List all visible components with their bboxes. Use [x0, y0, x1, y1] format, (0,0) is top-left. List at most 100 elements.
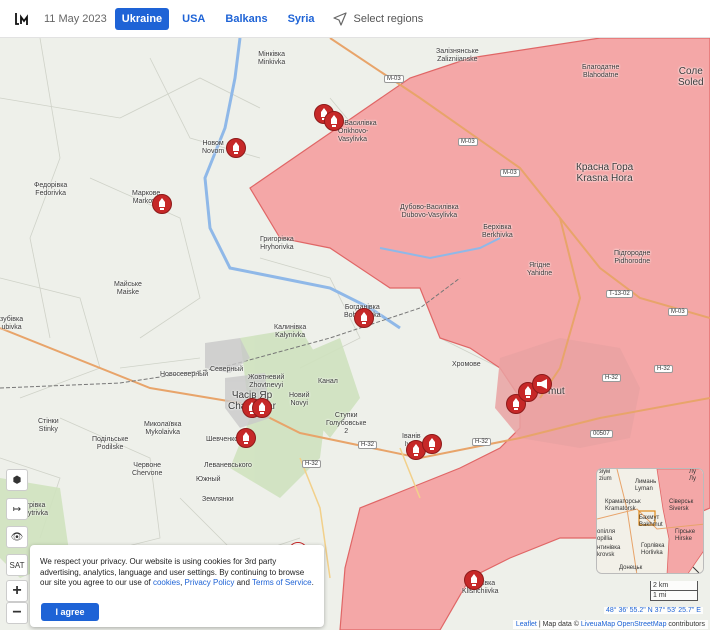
place-label: Федорівка Fedorivka [34, 182, 68, 197]
cookie-end: . [311, 578, 314, 587]
attribution-text: | Map data © [536, 621, 581, 628]
tab-usa[interactable]: USA [175, 8, 212, 30]
road-badge: M-03 [500, 169, 520, 177]
place-label: Новосеверный [160, 371, 209, 378]
artillery-shell-icon [429, 438, 435, 450]
artillery-shell-icon [259, 402, 265, 414]
place-label: Жовтневий Zhovtnevyi [248, 374, 285, 389]
zoom-out-button[interactable]: − [6, 602, 28, 624]
minimap-label: Гірське Hirske [675, 529, 696, 542]
minimap-label: Лимань Lyman [635, 479, 657, 492]
event-marker[interactable] [464, 570, 484, 590]
map[interactable]: Мінківка Minkivka Залізнянське Zalizniians… [0, 38, 710, 630]
tab-ukraine[interactable]: Ukraine [114, 7, 170, 30]
place-label: Залізнянське Zalizniianske [436, 48, 479, 63]
place-label: о-Василівка Orikhovo- Vasylivka [338, 120, 377, 143]
road-badge: H-32 [472, 438, 492, 446]
eye-off-icon: 👁 [10, 531, 24, 543]
cookies-link[interactable]: cookies [153, 578, 180, 587]
place-label: Новий Novyi [289, 392, 310, 407]
hide-layers-button[interactable]: 👁 [6, 526, 28, 548]
place-label: Подільське Podilske [92, 436, 129, 451]
artillery-shell-icon [361, 312, 367, 324]
megaphone-icon [537, 379, 547, 389]
road-badge: M-03 [384, 75, 404, 83]
minimap-label: опілля opillia [597, 529, 616, 542]
event-marker[interactable] [422, 434, 442, 454]
top-bar: 11 May 2023 Ukraine USA Balkans Syria Se… [0, 0, 710, 38]
place-label: Леваневського [204, 462, 252, 469]
minimap-label: Горлівка Horlivka [641, 543, 665, 556]
road-badge: H-32 [358, 441, 378, 449]
minus-icon: − [12, 604, 22, 621]
minimap-label: Лу Лу [689, 469, 697, 482]
minimap-label: Бахмут Bakhmut [639, 515, 663, 528]
liveuamap-link[interactable]: LiveuaMap [581, 621, 615, 628]
road-badge: H-32 [654, 365, 674, 373]
logo[interactable] [0, 0, 44, 38]
minimap-label: нтинівка krovsk [597, 545, 621, 558]
event-marker[interactable] [324, 111, 344, 131]
event-marker[interactable] [354, 308, 374, 328]
date-label: 11 May 2023 [44, 12, 107, 25]
artillery-shell-icon [159, 198, 165, 210]
overview-minimap[interactable]: Лимань Lyman Лу Лу Краматорськ Kramatorsk С… [596, 468, 704, 574]
agree-button[interactable]: I agree [41, 603, 99, 621]
road-badge: M-03 [668, 308, 688, 316]
place-label: Южный [196, 476, 221, 483]
place-label: Канал [318, 378, 338, 385]
tab-syria[interactable]: Syria [281, 8, 322, 30]
select-regions-button[interactable]: Select regions [332, 11, 424, 27]
tab-balkans[interactable]: Balkans [218, 8, 274, 30]
place-label: зубівка ubivka [0, 316, 24, 331]
road-badge: T-13-02 [606, 290, 633, 298]
zoom-in-button[interactable]: + [6, 580, 28, 602]
event-marker[interactable] [236, 428, 256, 448]
place-label: Соле Soled [678, 66, 704, 88]
artillery-shell-icon [331, 115, 337, 127]
minimap-label: Краматорськ Kramatorsk [605, 499, 641, 512]
road-badge: M-03 [458, 138, 478, 146]
place-label: Калинівка Kalynivka [274, 324, 307, 339]
place-label: Хромове [452, 361, 481, 368]
minimap-label: Сіверськ Siversk [669, 499, 694, 512]
place-label: Дубово-Василівка Dubovo-Vasylivka [400, 204, 459, 219]
leaflet-link[interactable]: Leaflet [516, 621, 537, 628]
event-marker[interactable] [226, 138, 246, 158]
event-marker[interactable] [152, 194, 172, 214]
logo-icon [15, 12, 28, 25]
cookie-banner: We respect your privacy. Our website is … [30, 545, 324, 627]
map-attribution: Leaflet | Map data © LiveuaMap OpenStree… [512, 620, 708, 629]
artillery-shell-icon [525, 386, 531, 398]
minimap-label: Донецьк [619, 565, 643, 571]
place-label: Стінки Stinky [38, 418, 59, 433]
location-arrow-icon [332, 11, 347, 26]
scale-mi: 1 mi [650, 591, 698, 601]
measure-button[interactable]: ↦ [6, 498, 28, 520]
draw-polygon-button[interactable]: ⬢ [6, 469, 28, 491]
cookie-separator: and [234, 578, 252, 587]
event-marker[interactable] [252, 398, 272, 418]
place-label: Благодатне Blahodatne [582, 64, 620, 79]
cursor-coordinates: 48° 36' 55.2" N 37° 53' 25.7" E [604, 607, 703, 614]
road-badge: H-32 [302, 460, 322, 468]
place-label: Новом Novom [202, 140, 225, 155]
osm-link[interactable]: OpenStreetMap [617, 621, 666, 628]
cookie-text: We respect your privacy. Our website is … [40, 557, 314, 589]
select-regions-label: Select regions [353, 12, 424, 25]
place-label: Миколаївка Mykolaivka [144, 421, 182, 436]
scale-bar: 2 km 1 mi [650, 581, 698, 601]
place-label: Шевченко [206, 436, 239, 443]
artillery-shell-icon [233, 142, 239, 154]
artillery-shell-icon [413, 444, 419, 456]
place-label: Підгородне Pidhorodne [614, 250, 651, 265]
satellite-toggle[interactable]: SAT [6, 554, 28, 576]
privacy-policy-link[interactable]: Privacy Policy [185, 578, 235, 587]
ruler-icon: ↦ [12, 503, 22, 515]
scale-km: 2 km [650, 581, 698, 591]
terms-of-service-link[interactable]: Terms of Service [252, 578, 312, 587]
event-marker[interactable] [532, 374, 552, 394]
polygon-icon: ⬢ [12, 474, 22, 486]
place-label: Северный [210, 366, 244, 373]
satellite-label: SAT [9, 560, 25, 570]
